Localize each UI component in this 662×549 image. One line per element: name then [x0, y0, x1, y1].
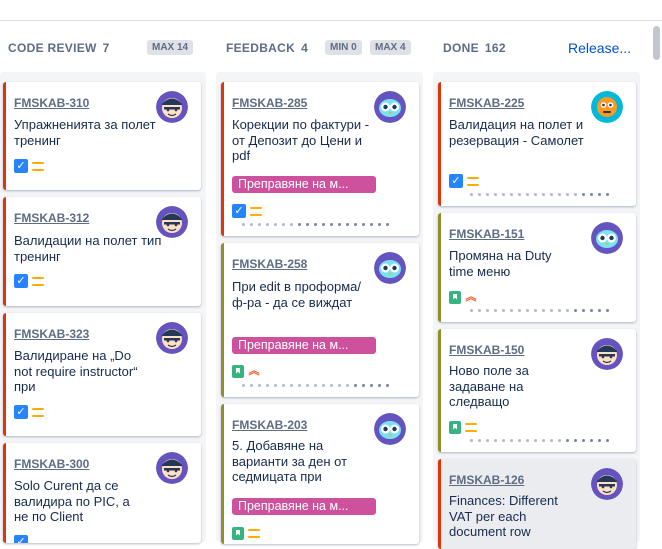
issue-title: Ново поле за задаване на следващо: [449, 363, 529, 409]
column-header-done: DONE 162: [443, 40, 506, 56]
pirate-avatar: [591, 338, 623, 370]
issue-key[interactable]: FMSKAB-126: [449, 473, 524, 487]
column-count: 4: [301, 41, 309, 55]
issue-title: Валидиране на „Do not require instructor…: [14, 348, 138, 394]
pirate-avatar: [591, 468, 623, 500]
issue-type-bar: [3, 82, 6, 190]
robot-avatar: [591, 91, 623, 123]
release-link[interactable]: Release...: [568, 40, 631, 56]
task-checkbox-icon: ✓: [14, 274, 28, 288]
priority-medium-icon: [467, 176, 479, 186]
min-limit-badge: MIN 0: [325, 40, 362, 55]
task-checkbox-icon: ✓: [14, 159, 28, 173]
issue-title: Finances: Different VAT per each documen…: [449, 493, 558, 539]
issue-title: Валидация на полет и резервация - Самоле…: [449, 117, 584, 148]
issue-type-bar: [221, 404, 224, 544]
issue-card[interactable]: FMSKAB-310 Упражненията за полет тренинг…: [3, 82, 201, 190]
column-name: CODE REVIEW: [8, 41, 97, 55]
issue-type-bar: [438, 329, 441, 452]
task-checkbox-icon: ✓: [232, 204, 246, 218]
issue-type-bar: [221, 243, 224, 397]
pirate-avatar: [156, 206, 188, 238]
owl-avatar: [374, 413, 406, 445]
owl-avatar: [374, 252, 406, 284]
issue-card[interactable]: FMSKAB-151 Промяна на Duty time меню ︽: [438, 213, 636, 322]
time-in-column-dots: [470, 439, 609, 443]
epic-label[interactable]: Преправяне на м...: [232, 176, 376, 193]
pirate-avatar: [156, 452, 188, 484]
owl-avatar: [591, 222, 623, 254]
issue-key[interactable]: FMSKAB-310: [14, 96, 89, 110]
time-in-column-dots: [470, 309, 609, 313]
issue-type-bar: [3, 443, 6, 543]
issue-type-bar: [438, 82, 441, 206]
task-checkbox-icon: ✓: [449, 174, 463, 188]
priority-medium-icon: [32, 276, 44, 286]
story-icon: [449, 290, 461, 304]
column-count: 7: [102, 41, 110, 55]
priority-medium-icon: [32, 407, 44, 417]
issue-key[interactable]: FMSKAB-225: [449, 96, 524, 110]
pirate-avatar: [156, 91, 188, 123]
task-checkbox-icon: ✓: [14, 405, 28, 419]
issue-key[interactable]: FMSKAB-258: [232, 257, 307, 271]
priority-medium-icon: [248, 528, 260, 538]
epic-label[interactable]: Преправяне на м...: [232, 498, 376, 515]
priority-medium-icon: [250, 206, 262, 216]
time-in-column-dots: [242, 384, 389, 388]
issue-card[interactable]: FMSKAB-300 Solo Curent да се валидира по…: [3, 443, 201, 543]
issue-key[interactable]: FMSKAB-150: [449, 343, 524, 357]
issue-card[interactable]: FMSKAB-225 Валидация на полет и резервац…: [438, 82, 636, 206]
issue-title: Корекции по фактури - от Депозит до Цени…: [232, 117, 370, 163]
task-checkbox-icon: ✓: [14, 535, 28, 543]
vertical-scrollbar[interactable]: [653, 26, 660, 60]
issue-title: Solo Curent да се валидира по PIC, а не …: [14, 478, 130, 524]
issue-key[interactable]: FMSKAB-312: [14, 211, 89, 225]
issue-key[interactable]: FMSKAB-151: [449, 227, 524, 241]
column-header-code-review: CODE REVIEW 7: [8, 40, 110, 56]
owl-avatar: [374, 91, 406, 123]
priority-high-icon: ︽: [465, 291, 477, 303]
issue-title: Валидации на полет тип тренинг: [14, 233, 162, 264]
issue-card[interactable]: FMSKAB-285 Корекции по фактури - от Депо…: [221, 82, 419, 236]
issue-type-bar: [438, 213, 441, 322]
column-name: DONE: [443, 41, 479, 55]
issue-title: При edit в проформа/ф-ра - да се виждат: [232, 279, 361, 310]
issue-key[interactable]: FMSKAB-300: [14, 457, 89, 471]
story-icon: [232, 364, 244, 378]
issue-card[interactable]: FMSKAB-258 При edit в проформа/ф-ра - да…: [221, 243, 419, 397]
issue-key[interactable]: FMSKAB-323: [14, 327, 89, 341]
max-limit-badge: MAX 14: [147, 40, 194, 55]
issue-card[interactable]: FMSKAB-150 Ново поле за задаване на след…: [438, 329, 636, 452]
issue-title: 5. Добавяне на варианти за ден от седмиц…: [232, 438, 348, 484]
max-limit-badge: MAX 4: [370, 40, 411, 55]
priority-medium-icon: [32, 161, 44, 171]
priority-high-icon: ︽: [248, 365, 260, 377]
priority-medium-icon: [465, 422, 477, 432]
issue-title: Промяна на Duty time меню: [449, 248, 552, 279]
issue-key[interactable]: FMSKAB-285: [232, 96, 307, 110]
issue-title: Упражненията за полет тренинг: [14, 117, 156, 148]
column-count: 162: [484, 41, 506, 55]
time-in-column-dots: [242, 223, 389, 227]
time-in-column-dots: [470, 193, 609, 197]
issue-card[interactable]: FMSKAB-203 5. Добавяне на варианти за де…: [221, 404, 419, 544]
column-header-feedback: FEEDBACK 4: [226, 40, 308, 56]
issue-key[interactable]: FMSKAB-203: [232, 418, 307, 432]
top-divider: [0, 20, 662, 21]
story-icon: [449, 420, 461, 434]
story-icon: [232, 526, 244, 540]
issue-type-bar: [221, 82, 224, 236]
issue-type-bar: [3, 197, 6, 306]
issue-type-bar: [3, 313, 6, 436]
issue-card[interactable]: FMSKAB-323 Валидиране на „Do not require…: [3, 313, 201, 436]
pirate-avatar: [156, 322, 188, 354]
column-name: FEEDBACK: [226, 41, 296, 55]
epic-label[interactable]: Преправяне на м...: [232, 337, 376, 354]
issue-card[interactable]: FMSKAB-312 Валидации на полет тип тренин…: [3, 197, 201, 306]
